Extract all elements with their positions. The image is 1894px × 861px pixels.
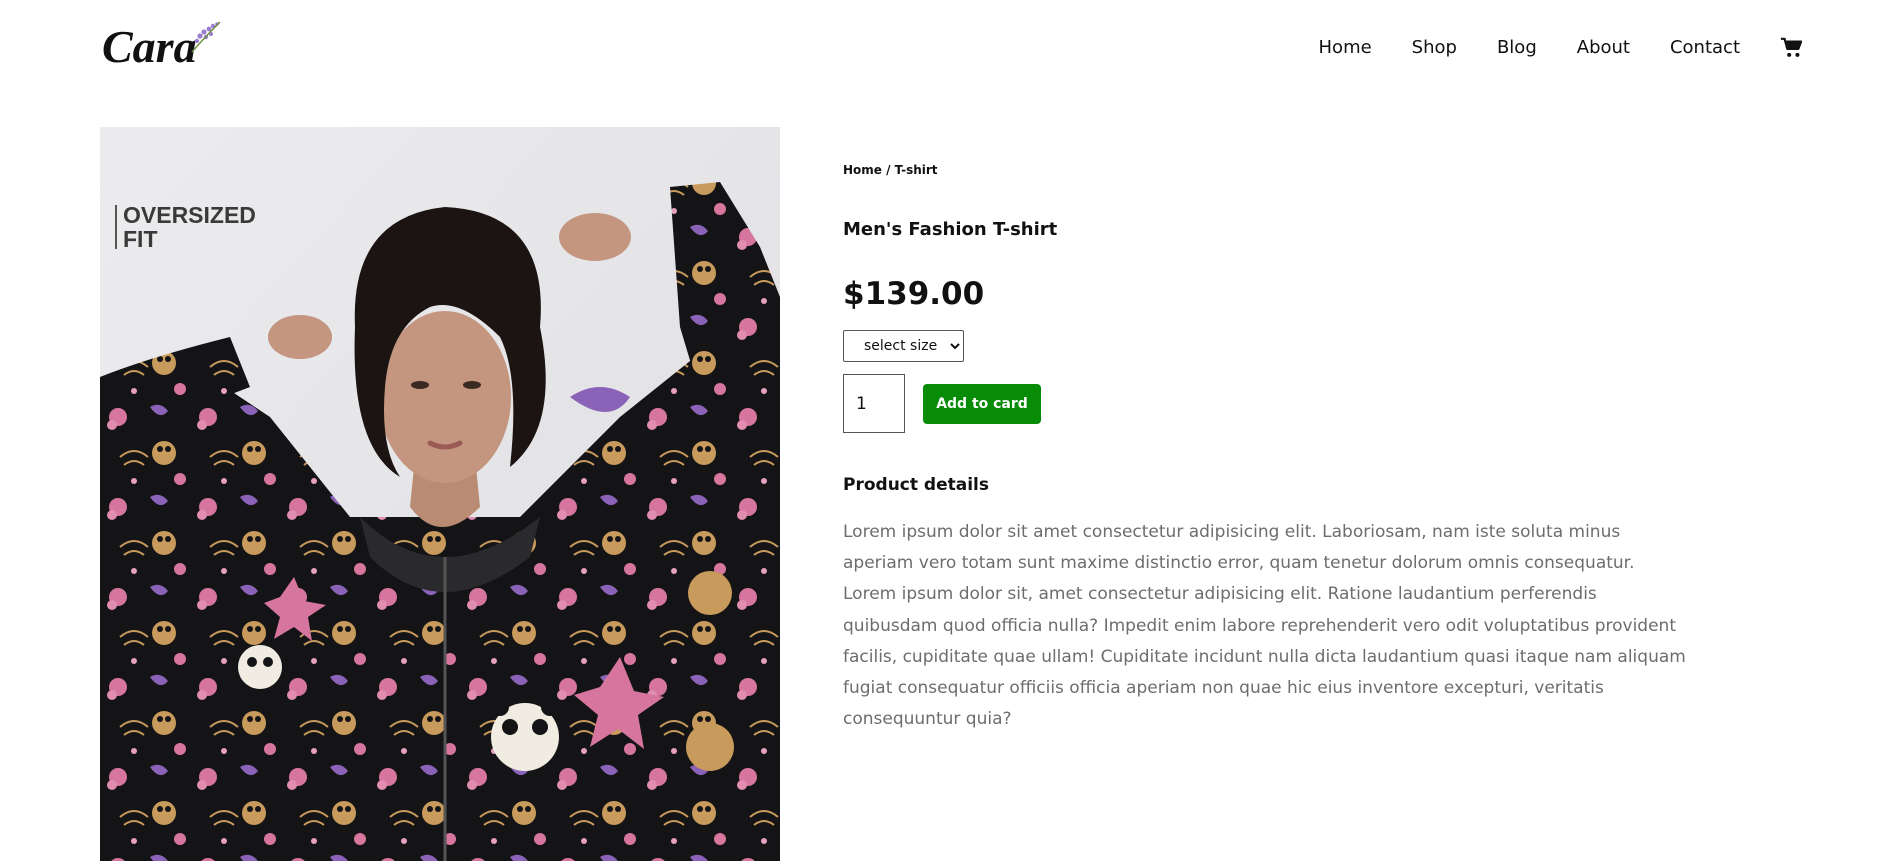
- product-image[interactable]: OVERSIZED FIT: [100, 127, 780, 861]
- oversized-badge-line1: OVERSIZED: [123, 202, 256, 228]
- product-title: Men's Fashion T-shirt: [843, 219, 1058, 240]
- quantity-input[interactable]: [843, 374, 905, 433]
- brand-logo[interactable]: Cara: [100, 18, 230, 74]
- main-nav: Home Shop Blog About Contact: [1279, 34, 1802, 62]
- product-price: $139.00: [843, 276, 985, 312]
- product-details-panel: Home / T-shirt Men's Fashion T-shirt $13…: [843, 160, 1703, 735]
- site-header: Cara Home Shop Blog About Contact: [0, 0, 1894, 100]
- oversized-badge-line2: FIT: [123, 226, 158, 252]
- purchase-row: Add to card: [843, 374, 1703, 433]
- breadcrumb[interactable]: Home / T-shirt: [843, 163, 1703, 177]
- nav-home[interactable]: Home: [1319, 34, 1372, 62]
- nav-blog[interactable]: Blog: [1497, 34, 1537, 62]
- size-select[interactable]: select size: [843, 330, 964, 362]
- logo-text: Cara: [102, 21, 197, 72]
- product-details-heading: Product details: [843, 475, 989, 495]
- nav-contact[interactable]: Contact: [1670, 34, 1740, 62]
- product-description: Lorem ipsum dolor sit amet consectetur a…: [843, 522, 1686, 730]
- model-photo-illustration: OVERSIZED FIT: [100, 127, 780, 861]
- nav-shop[interactable]: Shop: [1412, 34, 1457, 62]
- cara-logo-graphic: Cara: [102, 21, 221, 72]
- add-to-cart-button[interactable]: Add to card: [923, 383, 1041, 424]
- shopping-cart-icon[interactable]: [1780, 37, 1802, 59]
- nav-about[interactable]: About: [1577, 34, 1630, 62]
